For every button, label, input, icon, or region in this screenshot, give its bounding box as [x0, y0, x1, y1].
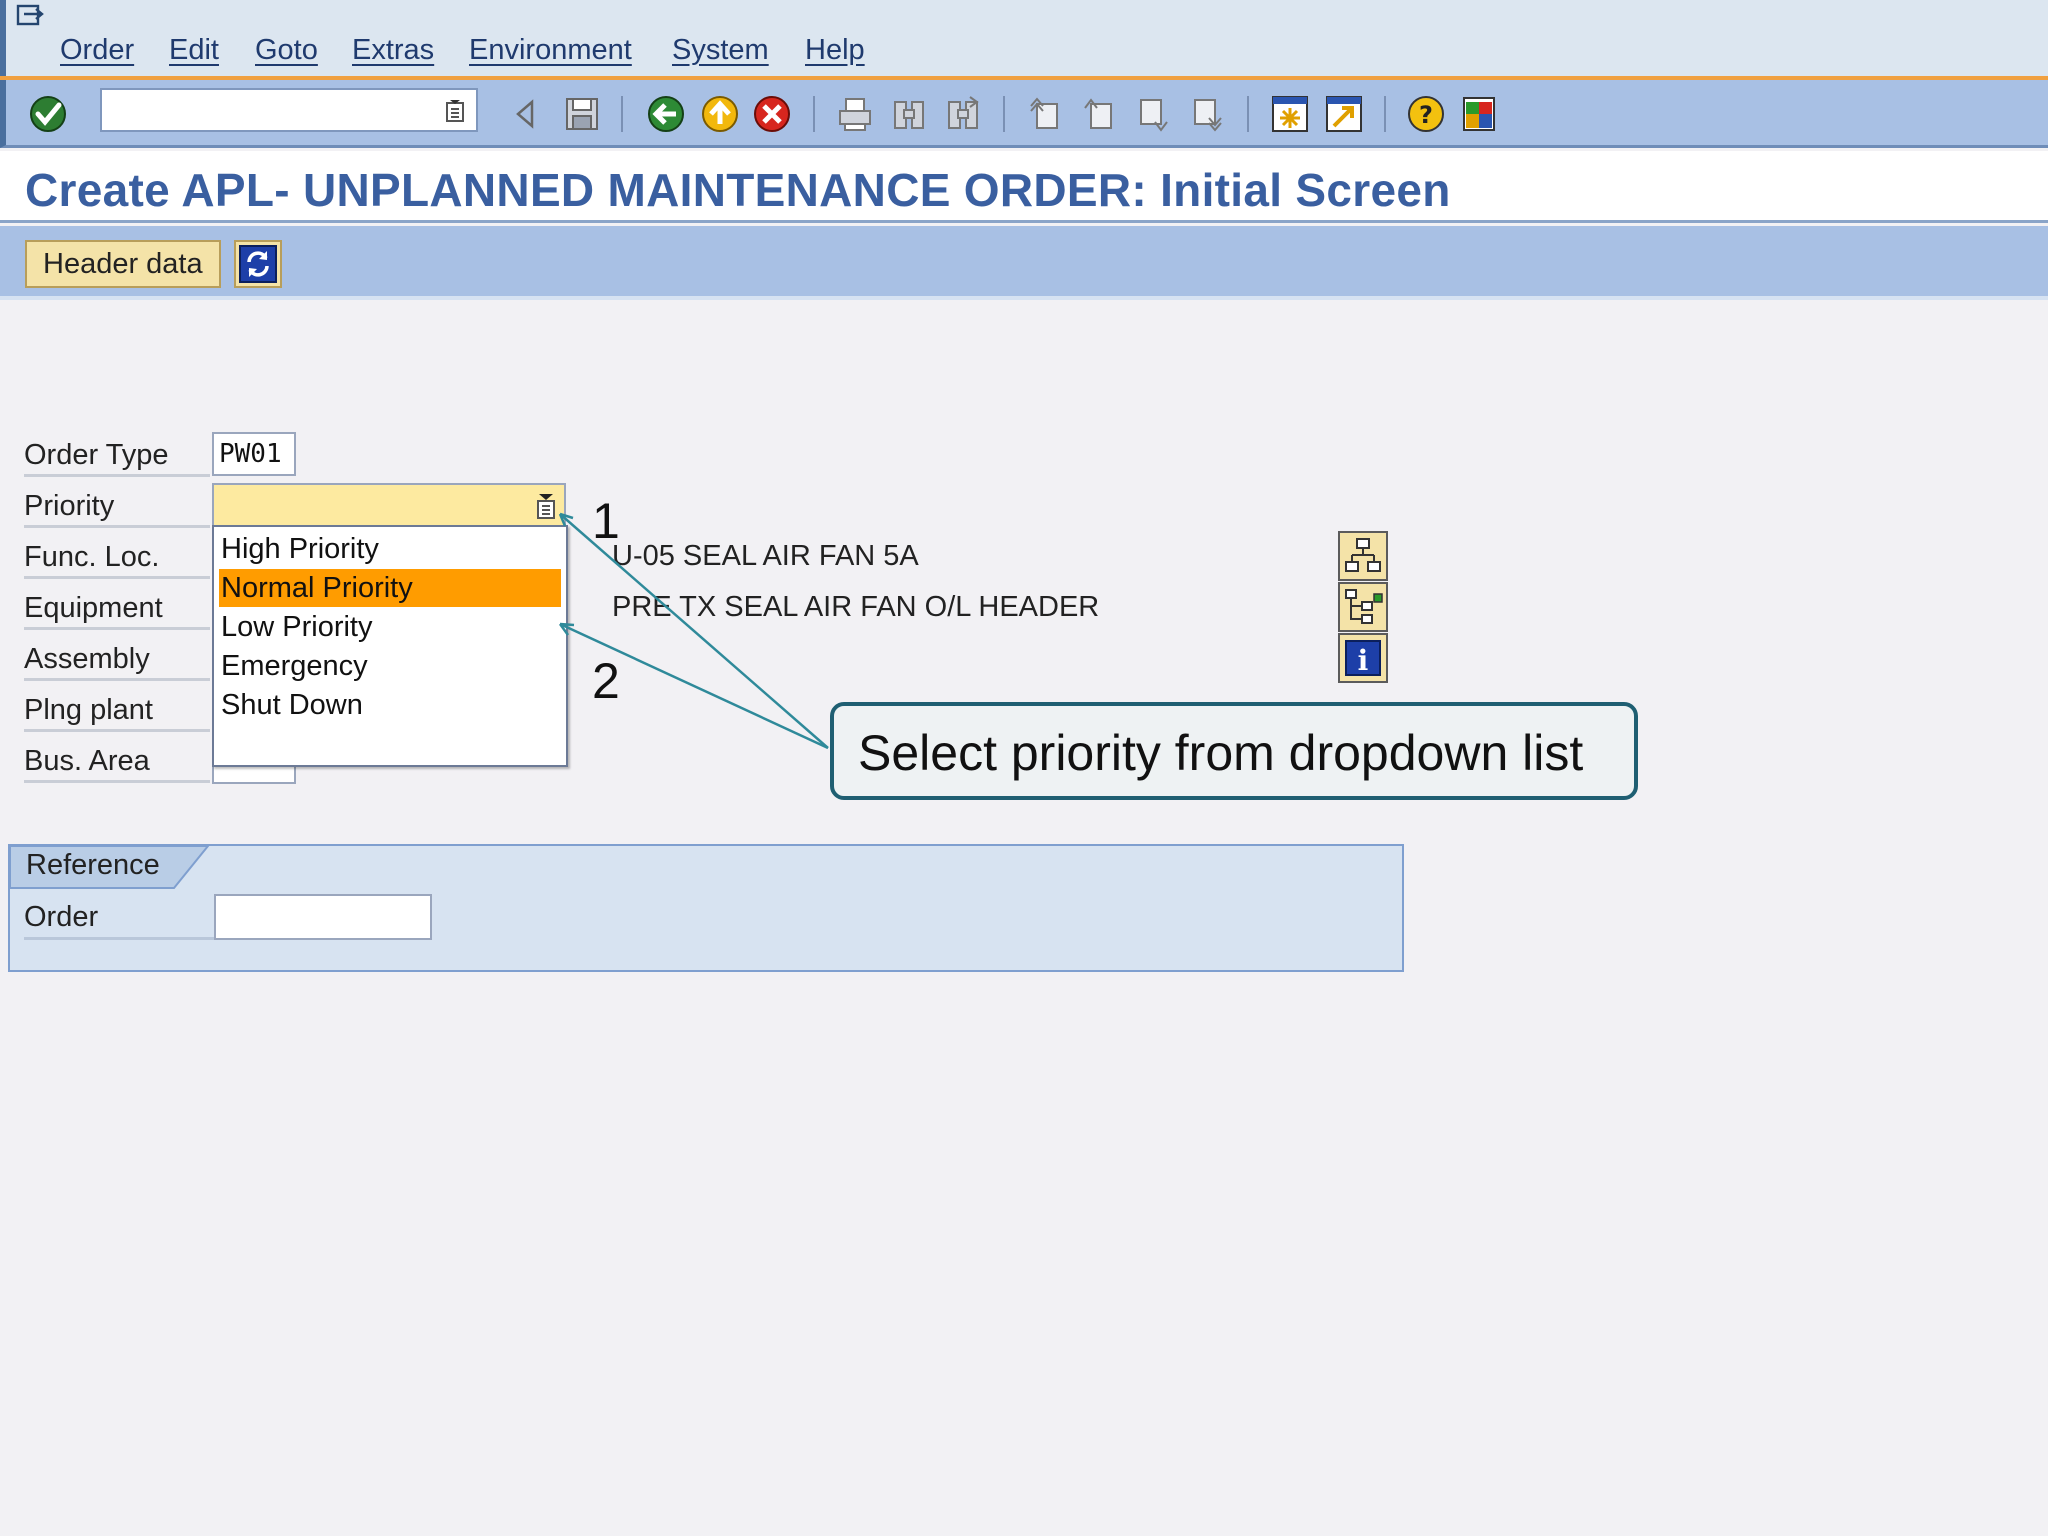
callout-box: Select priority from dropdown list	[830, 702, 1638, 800]
reference-title: Reference	[26, 849, 160, 881]
annotation-marker-1: 1	[592, 493, 620, 549]
order-label: Order	[24, 894, 220, 940]
order-field[interactable]	[214, 894, 432, 940]
annotation-marker-2: 2	[592, 653, 620, 709]
callout-text: Select priority from dropdown list	[858, 725, 1584, 781]
reference-group: Reference Order	[8, 844, 1404, 972]
